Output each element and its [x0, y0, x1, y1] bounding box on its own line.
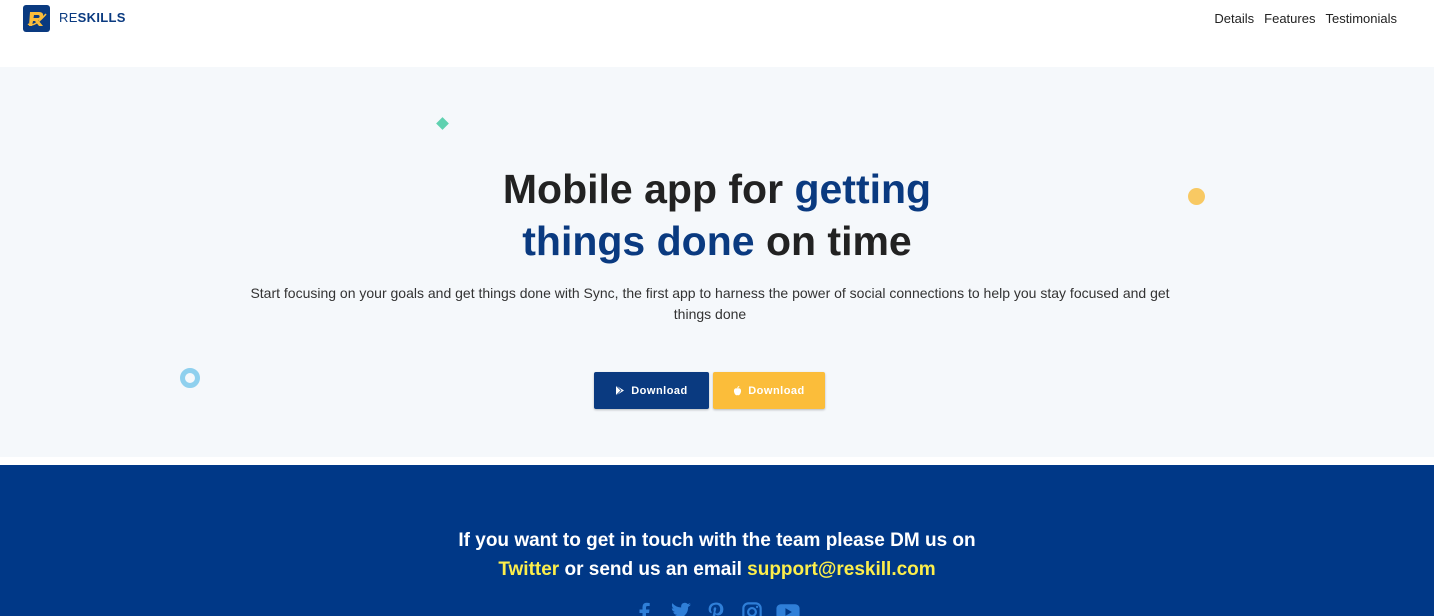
apple-icon: [733, 385, 742, 396]
download-android-button[interactable]: Download: [594, 372, 709, 409]
contact-middle-text: or send us an email: [559, 559, 748, 580]
download-buttons: Download Download: [594, 372, 825, 409]
hero-subtext: Start focusing on your goals and get thi…: [250, 285, 1170, 322]
headline-text-1: Mobile app for: [502, 166, 795, 212]
brand-suffix: SKILLS: [77, 10, 126, 25]
pinterest-icon[interactable]: [704, 602, 728, 616]
decorative-diamond: [436, 117, 449, 130]
download-android-label: Download: [631, 384, 688, 397]
nav-link-details[interactable]: Details: [1214, 11, 1254, 26]
facebook-icon[interactable]: [632, 602, 656, 616]
download-ios-label: Download: [748, 384, 805, 397]
download-ios-button[interactable]: Download: [713, 372, 825, 409]
nav-link-features[interactable]: Features: [1264, 11, 1315, 26]
brand-logo-link[interactable]: RESKILLS: [23, 5, 126, 32]
contact-line: If you want to get in touch with the tea…: [458, 530, 976, 551]
twitter-link[interactable]: Twitter: [498, 559, 559, 580]
twitter-icon[interactable]: [668, 602, 692, 616]
brand-name: RESKILLS: [59, 10, 126, 25]
navbar: RESKILLS Details Features Testimonials: [0, 0, 1434, 67]
support-email-link[interactable]: support@reskill.com: [747, 559, 936, 580]
nav-link-testimonials[interactable]: Testimonials: [1325, 11, 1397, 26]
logo-icon: [23, 5, 50, 32]
headline-text-2: on time: [754, 218, 912, 264]
contact-footer: If you want to get in touch with the tea…: [0, 465, 1434, 616]
headline-accent-1: getting: [794, 166, 932, 212]
contact-text: If you want to get in touch with the tea…: [0, 526, 1434, 584]
instagram-icon[interactable]: [740, 602, 764, 616]
social-icons: [632, 602, 800, 616]
decorative-ring: [180, 368, 200, 388]
headline-accent-2: things done: [522, 218, 755, 264]
hero-section: Mobile app for getting things done on ti…: [0, 67, 1434, 457]
brand-prefix: RE: [59, 10, 78, 25]
nav-links: Details Features Testimonials: [1214, 11, 1397, 26]
play-store-icon: [615, 385, 625, 396]
youtube-icon[interactable]: [776, 602, 800, 616]
hero-headline: Mobile app for getting things done on ti…: [0, 163, 1434, 267]
